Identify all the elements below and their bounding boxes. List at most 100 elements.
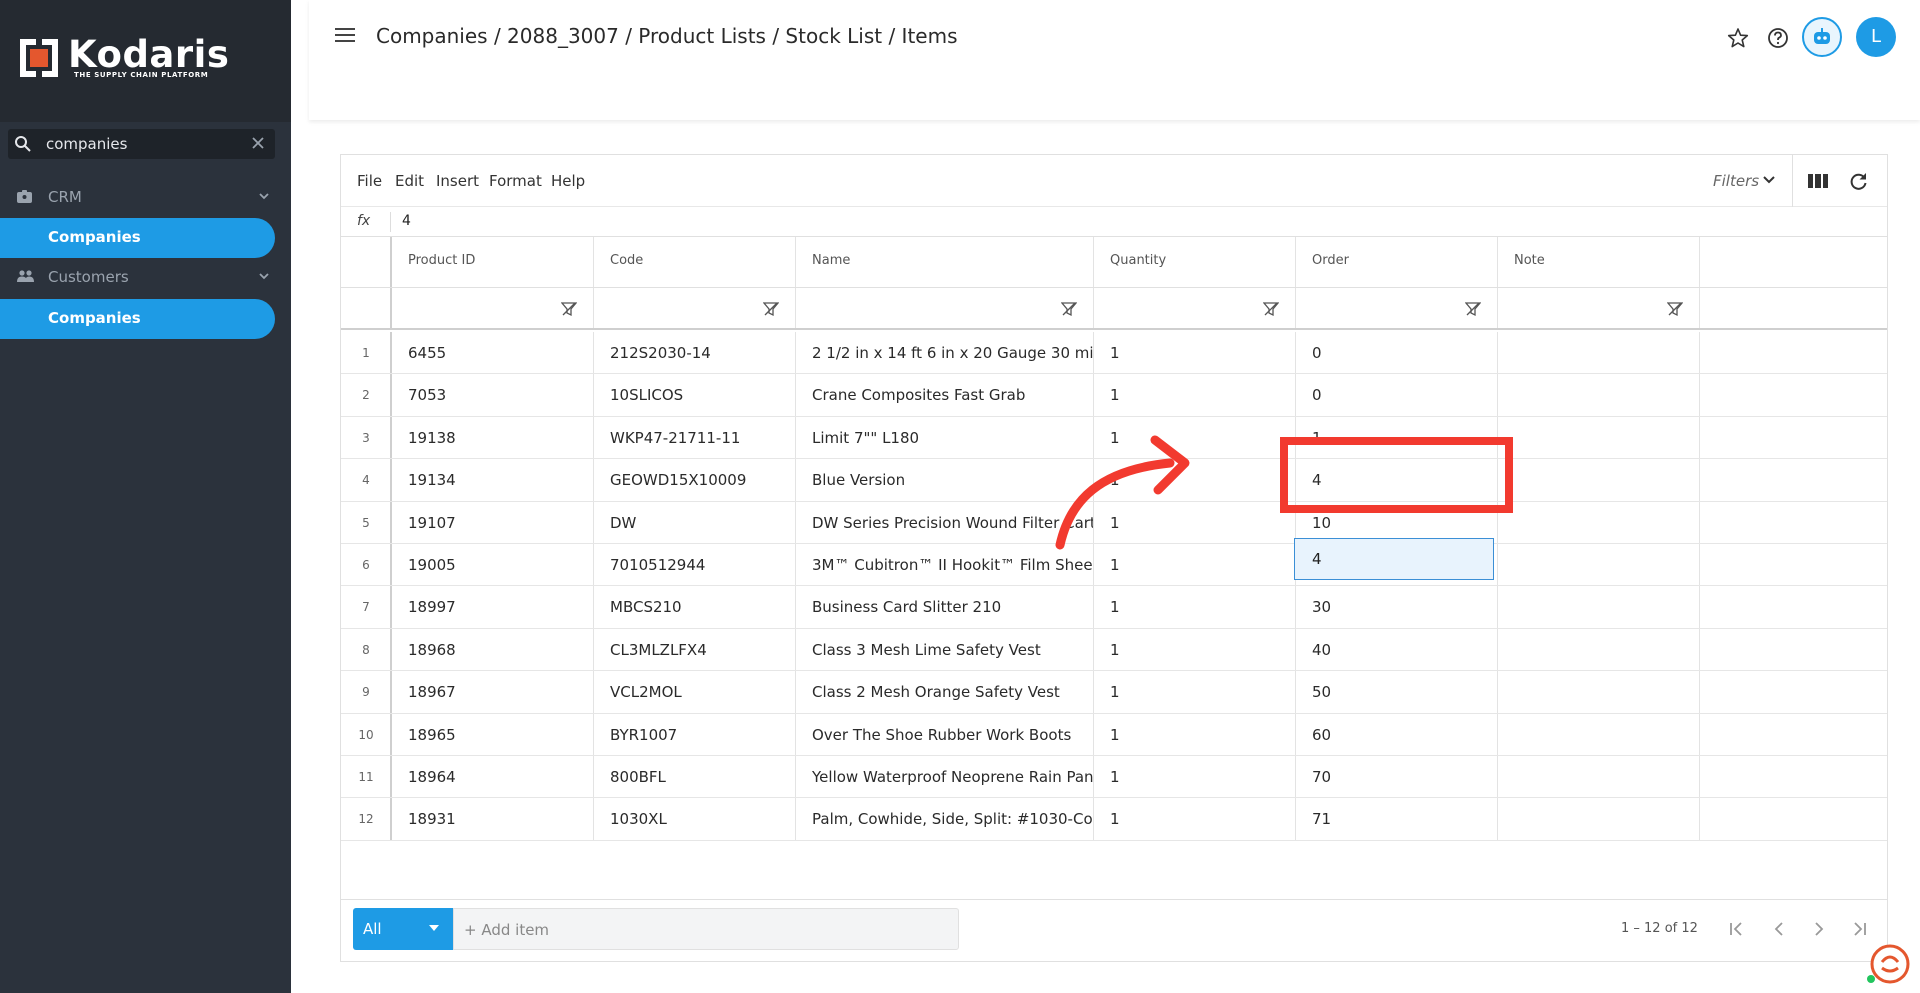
table-cell[interactable]: 18965 xyxy=(392,713,594,755)
row-number-cell[interactable]: 5 xyxy=(341,501,392,543)
formula-value[interactable]: 4 xyxy=(402,213,411,229)
table-cell[interactable] xyxy=(1498,586,1700,628)
row-number-cell[interactable]: 12 xyxy=(341,798,392,840)
table-cell[interactable]: 60 xyxy=(1296,713,1498,755)
table-cell[interactable]: 1 xyxy=(1094,332,1296,374)
sidebar-item-companies[interactable]: Companies xyxy=(0,299,275,339)
clear-filter-icon[interactable] xyxy=(1465,301,1481,317)
table-cell[interactable]: Class 3 Mesh Lime Safety Vest xyxy=(796,628,1094,671)
sidebar-group-customers[interactable]: Customers xyxy=(0,260,291,296)
table-cell[interactable]: 1 xyxy=(1094,374,1296,416)
table-cell[interactable]: 50 xyxy=(1296,671,1498,713)
table-cell[interactable]: GEOWD15X10009 xyxy=(594,459,796,501)
table-cell[interactable]: 10SLICOS xyxy=(594,374,796,416)
table-cell[interactable]: 0 xyxy=(1296,332,1498,374)
table-cell[interactable] xyxy=(1498,374,1700,416)
table-row[interactable]: 7 18997 MBCS210 Business Card Slitter 210 1 3… xyxy=(341,586,1887,629)
table-cell[interactable] xyxy=(1498,459,1700,501)
table-cell[interactable]: Class 2 Mesh Orange Safety Vest xyxy=(796,671,1094,713)
column-header[interactable]: Code xyxy=(594,237,796,287)
table-row[interactable]: 2 7053 10SLICOS Crane Composites Fast Grab 1… xyxy=(341,374,1887,417)
table-cell[interactable]: 18931 xyxy=(392,798,594,840)
table-cell[interactable]: WKP47-21711-11 xyxy=(594,416,796,459)
star-icon[interactable] xyxy=(1727,27,1749,49)
table-cell[interactable]: VCL2MOL xyxy=(594,671,796,713)
table-cell[interactable]: 19134 xyxy=(392,459,594,501)
clear-filter-icon[interactable] xyxy=(1061,301,1077,317)
logo[interactable]: Kodaris THE SUPPLY CHAIN PLATFORM xyxy=(0,0,291,122)
table-cell[interactable]: 212S2030-14 xyxy=(594,332,796,374)
table-cell[interactable]: 40 xyxy=(1296,628,1498,671)
menu-file[interactable]: File xyxy=(357,172,382,190)
table-cell[interactable] xyxy=(1498,416,1700,459)
column-header[interactable]: Product ID xyxy=(392,237,594,287)
menu-insert[interactable]: Insert xyxy=(436,172,479,190)
table-cell[interactable]: CL3MLZLFX4 xyxy=(594,628,796,671)
row-number-cell[interactable]: 11 xyxy=(341,756,392,798)
clear-filter-icon[interactable] xyxy=(1667,301,1683,317)
table-cell[interactable] xyxy=(1498,544,1700,586)
table-cell[interactable]: 71 xyxy=(1296,798,1498,840)
table-row[interactable]: 10 18965 BYR1007 Over The Shoe Rubber Work … xyxy=(341,713,1887,756)
table-cell[interactable] xyxy=(1498,332,1700,374)
prev-page-icon[interactable] xyxy=(1771,921,1787,937)
column-header[interactable]: Order xyxy=(1296,237,1498,287)
table-cell[interactable]: 1 xyxy=(1094,628,1296,671)
table-cell[interactable]: 70 xyxy=(1296,756,1498,798)
row-number-cell[interactable]: 8 xyxy=(341,628,392,671)
table-cell[interactable]: Over The Shoe Rubber Work Boots xyxy=(796,713,1094,755)
table-cell[interactable] xyxy=(1498,756,1700,798)
sidebar-search-input[interactable]: companies xyxy=(8,129,275,159)
chevron-down-icon[interactable] xyxy=(1763,175,1775,184)
menu-edit[interactable]: Edit xyxy=(395,172,424,190)
refresh-icon[interactable] xyxy=(1849,172,1868,191)
assistant-button[interactable] xyxy=(1802,17,1842,57)
table-cell[interactable]: 6455 xyxy=(392,332,594,374)
table-cell[interactable]: 19138 xyxy=(392,416,594,459)
next-page-icon[interactable] xyxy=(1811,921,1827,937)
filter-cell[interactable] xyxy=(796,288,1094,328)
chat-button[interactable] xyxy=(1866,942,1910,986)
table-cell[interactable]: 1 xyxy=(1094,713,1296,755)
table-cell[interactable]: 30 xyxy=(1296,586,1498,628)
corner-cell[interactable] xyxy=(341,237,392,287)
add-item-input[interactable]: + Add item xyxy=(453,908,959,950)
table-cell[interactable]: 7010512944 xyxy=(594,544,796,586)
user-avatar[interactable]: L xyxy=(1856,17,1896,57)
table-cell[interactable]: 1 xyxy=(1094,798,1296,840)
table-cell[interactable] xyxy=(1498,628,1700,671)
sidebar-group-crm[interactable]: CRM xyxy=(0,180,291,216)
column-header[interactable]: Name xyxy=(796,237,1094,287)
clear-filter-icon[interactable] xyxy=(561,301,577,317)
selected-cell[interactable]: 4 xyxy=(1294,538,1494,580)
table-cell[interactable]: 1030XL xyxy=(594,798,796,840)
table-cell[interactable]: BYR1007 xyxy=(594,713,796,755)
column-header[interactable]: Note xyxy=(1498,237,1700,287)
clear-filter-icon[interactable] xyxy=(1263,301,1279,317)
clear-filter-icon[interactable] xyxy=(763,301,779,317)
help-icon[interactable] xyxy=(1767,27,1789,49)
column-header[interactable]: Quantity xyxy=(1094,237,1296,287)
table-cell[interactable] xyxy=(1498,713,1700,755)
filter-cell[interactable] xyxy=(594,288,796,328)
table-cell[interactable]: 800BFL xyxy=(594,756,796,798)
menu-help[interactable]: Help xyxy=(551,172,585,190)
table-cell[interactable]: Business Card Slitter 210 xyxy=(796,586,1094,628)
table-row[interactable]: 11 18964 800BFL Yellow Waterproof Neoprene … xyxy=(341,756,1887,799)
row-number-cell[interactable]: 10 xyxy=(341,713,392,755)
table-cell[interactable]: Crane Composites Fast Grab xyxy=(796,374,1094,416)
table-cell[interactable]: 18967 xyxy=(392,671,594,713)
row-number-cell[interactable]: 4 xyxy=(341,459,392,501)
table-row[interactable]: 9 18967 VCL2MOL Class 2 Mesh Orange Safety … xyxy=(341,671,1887,714)
first-page-icon[interactable] xyxy=(1729,921,1745,937)
row-number-cell[interactable]: 9 xyxy=(341,671,392,713)
clear-search-icon[interactable] xyxy=(251,136,265,150)
table-cell[interactable]: 19005 xyxy=(392,544,594,586)
table-cell[interactable]: 7053 xyxy=(392,374,594,416)
table-cell[interactable]: DW xyxy=(594,501,796,543)
menu-format[interactable]: Format xyxy=(489,172,542,190)
table-cell[interactable]: 18964 xyxy=(392,756,594,798)
row-number-cell[interactable]: 2 xyxy=(341,374,392,416)
filters-dropdown[interactable]: Filters xyxy=(1713,172,1759,190)
table-cell[interactable]: 1 xyxy=(1094,756,1296,798)
